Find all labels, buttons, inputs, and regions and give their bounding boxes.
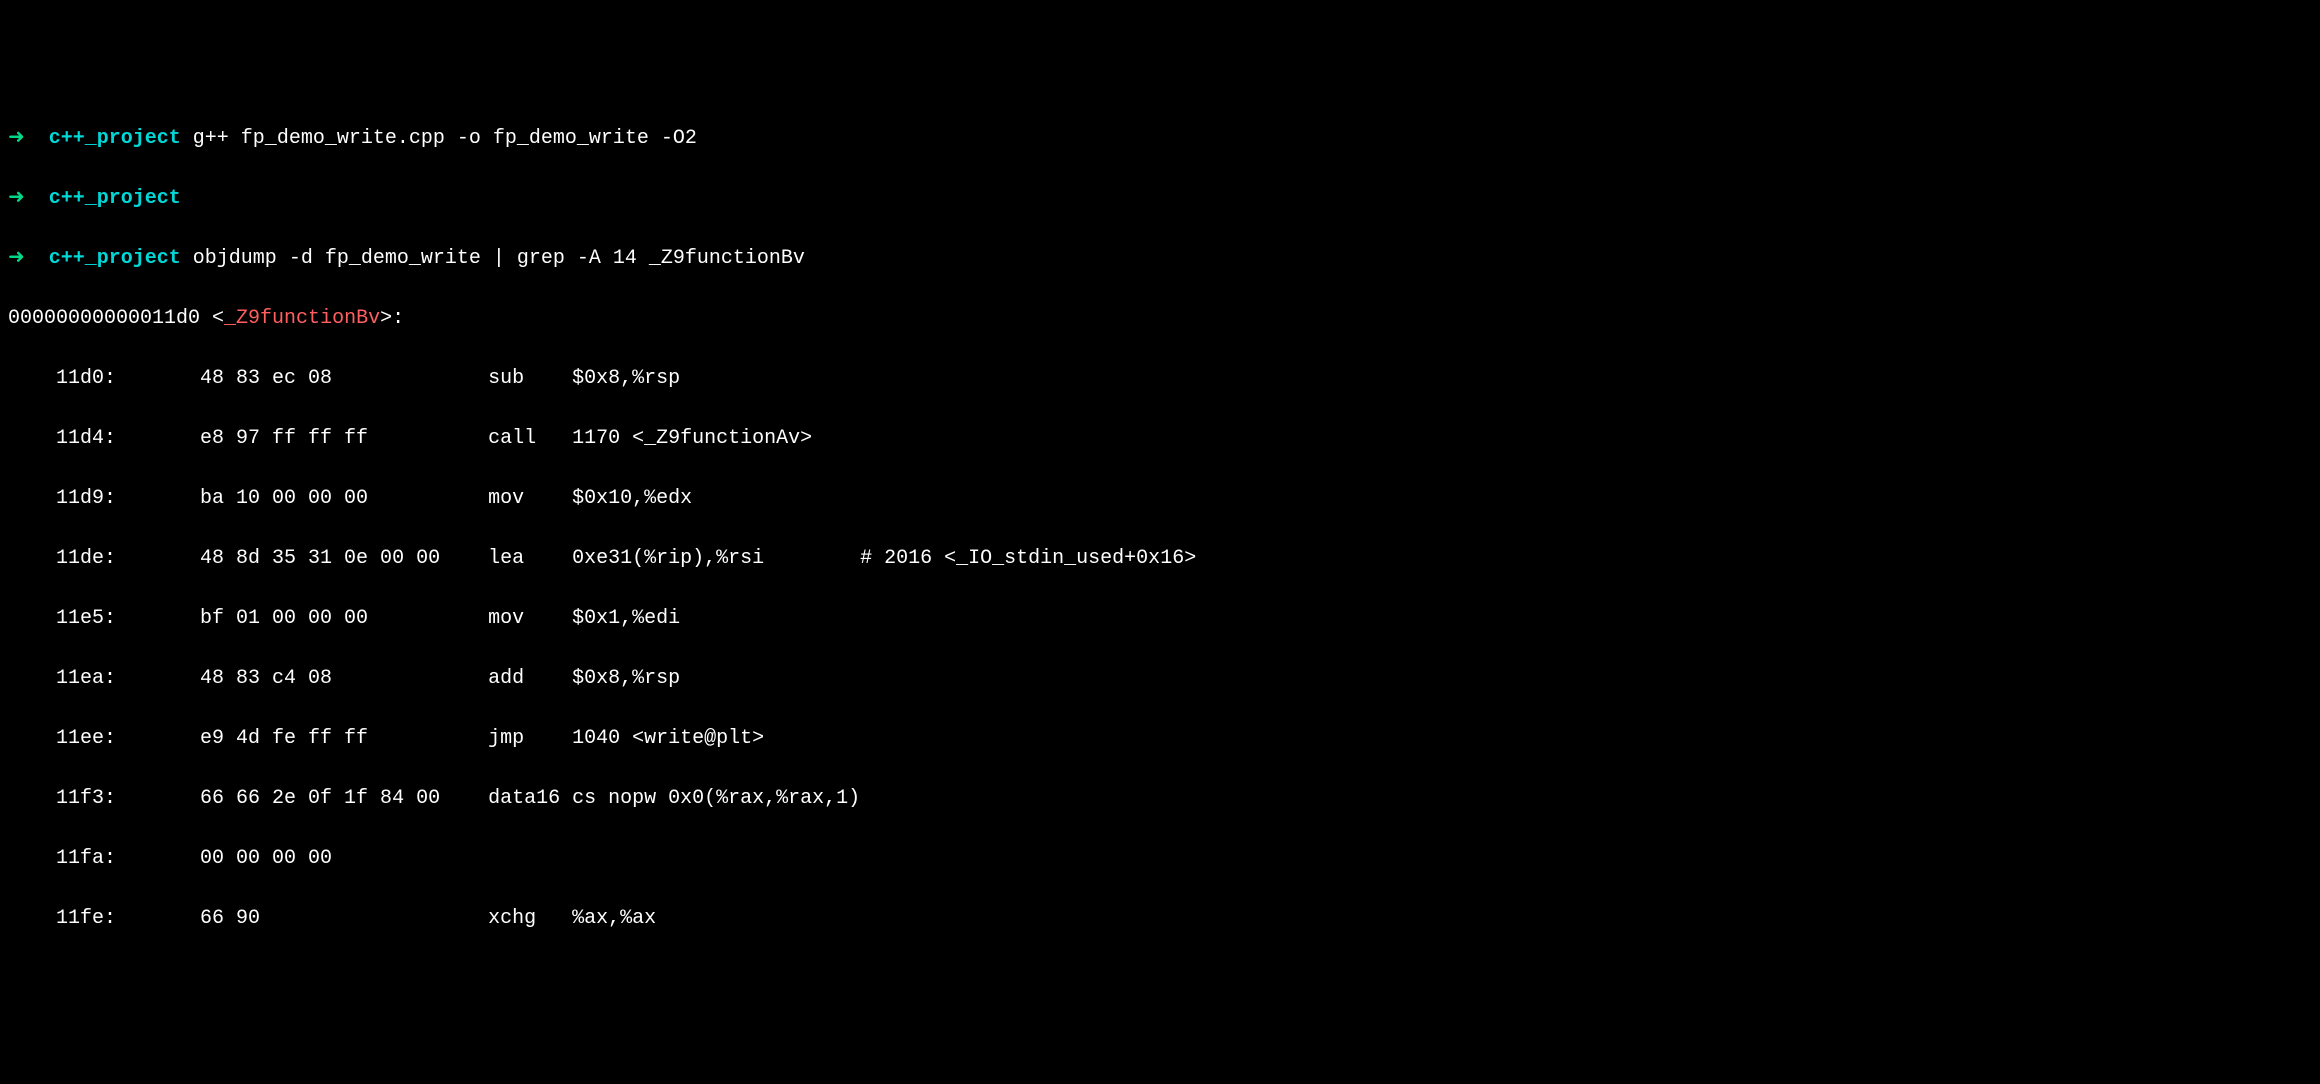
prompt-arrow: ➜ bbox=[8, 247, 49, 270]
asm-line: 11e5: bf 01 00 00 00 mov $0x1,%edi bbox=[8, 604, 2312, 634]
prompt-line-3[interactable]: ➜ c++_project objdump -d fp_demo_write |… bbox=[8, 244, 2312, 274]
asm-line: 11fe: 66 90 xchg %ax,%ax bbox=[8, 904, 2312, 934]
asm-line: 11ee: e9 4d fe ff ff jmp 1040 <write@plt… bbox=[8, 724, 2312, 754]
asm-line: 11ea: 48 83 c4 08 add $0x8,%rsp bbox=[8, 664, 2312, 694]
asm-line: 11d4: e8 97 ff ff ff call 1170 <_Z9funct… bbox=[8, 424, 2312, 454]
asm-line: 11d0: 48 83 ec 08 sub $0x8,%rsp bbox=[8, 364, 2312, 394]
command-text: objdump -d fp_demo_write | grep -A 14 _Z… bbox=[181, 247, 805, 270]
prompt-dir: c++_project bbox=[49, 187, 181, 210]
asm-line: 11fa: 00 00 00 00 bbox=[8, 844, 2312, 874]
prompt-arrow: ➜ bbox=[8, 127, 49, 150]
asm-line: 11d9: ba 10 00 00 00 mov $0x10,%edx bbox=[8, 484, 2312, 514]
command-text: g++ fp_demo_write.cpp -o fp_demo_write -… bbox=[181, 127, 697, 150]
asm-line: 11de: 48 8d 35 31 0e 00 00 lea 0xe31(%ri… bbox=[8, 544, 2312, 574]
header-addr: 00000000000011d0 < bbox=[8, 307, 224, 330]
prompt-dir: c++_project bbox=[49, 127, 181, 150]
disasm-header: 00000000000011d0 <_Z9functionBv>: bbox=[8, 304, 2312, 334]
asm-line: 11f3: 66 66 2e 0f 1f 84 00 data16 cs nop… bbox=[8, 784, 2312, 814]
header-suffix: >: bbox=[380, 307, 404, 330]
symbol-name: _Z9functionBv bbox=[224, 307, 380, 330]
prompt-arrow: ➜ bbox=[8, 187, 49, 210]
prompt-dir: c++_project bbox=[49, 247, 181, 270]
prompt-line-1[interactable]: ➜ c++_project g++ fp_demo_write.cpp -o f… bbox=[8, 124, 2312, 154]
prompt-line-2[interactable]: ➜ c++_project bbox=[8, 184, 2312, 214]
